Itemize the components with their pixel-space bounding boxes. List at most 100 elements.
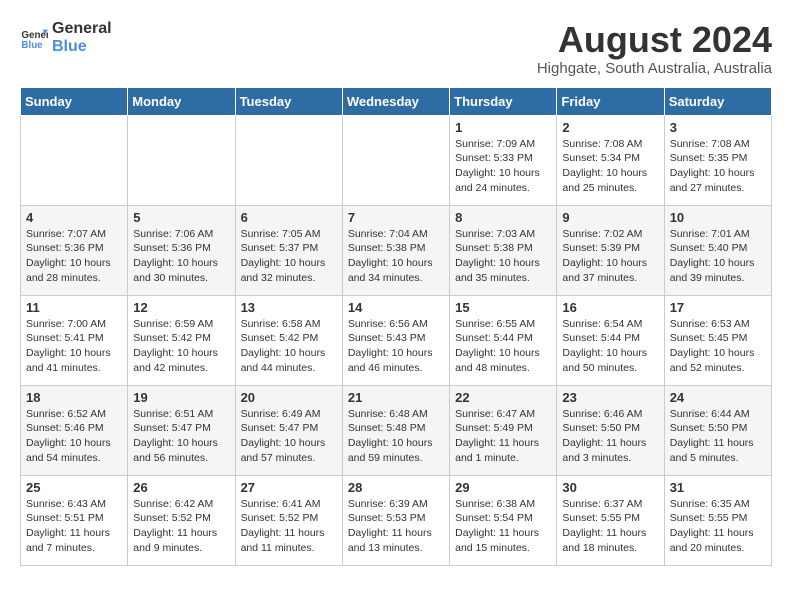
day-number: 18 — [26, 390, 122, 405]
calendar-cell: 27 Sunrise: 6:41 AM Sunset: 5:52 PM Dayli… — [235, 475, 342, 565]
day-info: Sunrise: 6:41 AM Sunset: 5:52 PM Dayligh… — [241, 497, 337, 556]
day-number: 21 — [348, 390, 444, 405]
day-number: 22 — [455, 390, 551, 405]
calendar-week-4: 18Sunrise: 6:52 AM Sunset: 5:46 PM Dayli… — [21, 385, 772, 475]
svg-text:Blue: Blue — [21, 40, 43, 51]
day-info: Sunrise: 7:08 AM Sunset: 5:34 PM Dayligh… — [562, 137, 658, 196]
day-number: 8 — [455, 210, 551, 225]
page-header: General Blue General Blue August 2024 Hi… — [20, 20, 772, 77]
day-number: 24 — [670, 390, 766, 405]
calendar-week-2: 4 Sunrise: 7:07 AM Sunset: 5:36 PM Daylig… — [21, 205, 772, 295]
day-number: 19 — [133, 390, 229, 405]
day-info: Sunrise: 7:08 AM Sunset: 5:35 PM Dayligh… — [670, 137, 766, 196]
calendar-cell: 28 Sunrise: 6:39 AM Sunset: 5:53 PM Dayli… — [342, 475, 449, 565]
day-header-friday: Friday — [557, 87, 664, 115]
calendar-cell: 11 Sunrise: 7:00 AM Sunset: 5:41 PM Dayli… — [21, 295, 128, 385]
calendar-cell — [128, 115, 235, 205]
day-info: Sunrise: 6:38 AM Sunset: 5:54 PM Dayligh… — [455, 497, 551, 556]
day-info: Sunrise: 7:05 AM Sunset: 5:37 PM Dayligh… — [241, 227, 337, 286]
calendar-table: SundayMondayTuesdayWednesdayThursdayFrid… — [20, 87, 772, 566]
calendar-cell: 23Sunrise: 6:46 AM Sunset: 5:50 PM Dayli… — [557, 385, 664, 475]
day-info: Sunrise: 6:49 AM Sunset: 5:47 PM Dayligh… — [241, 407, 337, 466]
day-info: Sunrise: 6:48 AM Sunset: 5:48 PM Dayligh… — [348, 407, 444, 466]
calendar-cell: 19 Sunrise: 6:51 AM Sunset: 5:47 PM Dayli… — [128, 385, 235, 475]
logo-text-blue: Blue — [52, 38, 112, 56]
calendar-week-3: 11 Sunrise: 7:00 AM Sunset: 5:41 PM Dayli… — [21, 295, 772, 385]
calendar-cell: 31Sunrise: 6:35 AM Sunset: 5:55 PM Dayli… — [664, 475, 771, 565]
calendar-cell: 21 Sunrise: 6:48 AM Sunset: 5:48 PM Dayli… — [342, 385, 449, 475]
day-number: 30 — [562, 480, 658, 495]
day-number: 9 — [562, 210, 658, 225]
day-number: 14 — [348, 300, 444, 315]
day-info: Sunrise: 6:47 AM Sunset: 5:49 PM Dayligh… — [455, 407, 551, 466]
calendar-cell: 1Sunrise: 7:09 AM Sunset: 5:33 PM Daylig… — [450, 115, 557, 205]
calendar-cell: 2 Sunrise: 7:08 AM Sunset: 5:34 PM Daylig… — [557, 115, 664, 205]
day-info: Sunrise: 7:03 AM Sunset: 5:38 PM Dayligh… — [455, 227, 551, 286]
day-info: Sunrise: 6:37 AM Sunset: 5:55 PM Dayligh… — [562, 497, 658, 556]
day-number: 31 — [670, 480, 766, 495]
day-number: 6 — [241, 210, 337, 225]
day-number: 17 — [670, 300, 766, 315]
day-header-monday: Monday — [128, 87, 235, 115]
calendar-cell: 13 Sunrise: 6:58 AM Sunset: 5:42 PM Dayli… — [235, 295, 342, 385]
day-number: 29 — [455, 480, 551, 495]
day-info: Sunrise: 7:02 AM Sunset: 5:39 PM Dayligh… — [562, 227, 658, 286]
calendar-title: August 2024 Highgate, South Australia, A… — [537, 20, 772, 77]
calendar-cell: 14 Sunrise: 6:56 AM Sunset: 5:43 PM Dayli… — [342, 295, 449, 385]
day-number: 13 — [241, 300, 337, 315]
day-info: Sunrise: 6:51 AM Sunset: 5:47 PM Dayligh… — [133, 407, 229, 466]
day-info: Sunrise: 6:55 AM Sunset: 5:44 PM Dayligh… — [455, 317, 551, 376]
day-info: Sunrise: 6:43 AM Sunset: 5:51 PM Dayligh… — [26, 497, 122, 556]
day-number: 5 — [133, 210, 229, 225]
day-number: 26 — [133, 480, 229, 495]
day-number: 4 — [26, 210, 122, 225]
calendar-cell: 26 Sunrise: 6:42 AM Sunset: 5:52 PM Dayli… — [128, 475, 235, 565]
day-info: Sunrise: 6:56 AM Sunset: 5:43 PM Dayligh… — [348, 317, 444, 376]
calendar-cell: 6 Sunrise: 7:05 AM Sunset: 5:37 PM Daylig… — [235, 205, 342, 295]
calendar-cell: 24 Sunrise: 6:44 AM Sunset: 5:50 PM Dayli… — [664, 385, 771, 475]
calendar-cell — [21, 115, 128, 205]
calendar-cell — [342, 115, 449, 205]
day-info: Sunrise: 6:44 AM Sunset: 5:50 PM Dayligh… — [670, 407, 766, 466]
calendar-cell: 17Sunrise: 6:53 AM Sunset: 5:45 PM Dayli… — [664, 295, 771, 385]
day-number: 28 — [348, 480, 444, 495]
day-info: Sunrise: 7:09 AM Sunset: 5:33 PM Dayligh… — [455, 137, 551, 196]
calendar-cell: 20 Sunrise: 6:49 AM Sunset: 5:47 PM Dayli… — [235, 385, 342, 475]
day-info: Sunrise: 7:04 AM Sunset: 5:38 PM Dayligh… — [348, 227, 444, 286]
day-number: 11 — [26, 300, 122, 315]
day-info: Sunrise: 6:42 AM Sunset: 5:52 PM Dayligh… — [133, 497, 229, 556]
day-info: Sunrise: 7:01 AM Sunset: 5:40 PM Dayligh… — [670, 227, 766, 286]
calendar-cell: 10 Sunrise: 7:01 AM Sunset: 5:40 PM Dayli… — [664, 205, 771, 295]
day-number: 27 — [241, 480, 337, 495]
calendar-cell: 3 Sunrise: 7:08 AM Sunset: 5:35 PM Daylig… — [664, 115, 771, 205]
day-number: 2 — [562, 120, 658, 135]
calendar-cell: 16 Sunrise: 6:54 AM Sunset: 5:44 PM Dayli… — [557, 295, 664, 385]
calendar-cell: 18Sunrise: 6:52 AM Sunset: 5:46 PM Dayli… — [21, 385, 128, 475]
calendar-cell: 9 Sunrise: 7:02 AM Sunset: 5:39 PM Daylig… — [557, 205, 664, 295]
day-number: 10 — [670, 210, 766, 225]
calendar-cell: 15 Sunrise: 6:55 AM Sunset: 5:44 PM Dayli… — [450, 295, 557, 385]
day-info: Sunrise: 6:59 AM Sunset: 5:42 PM Dayligh… — [133, 317, 229, 376]
month-year: August 2024 — [537, 20, 772, 60]
calendar-week-5: 25Sunrise: 6:43 AM Sunset: 5:51 PM Dayli… — [21, 475, 772, 565]
day-number: 15 — [455, 300, 551, 315]
day-header-sunday: Sunday — [21, 87, 128, 115]
day-info: Sunrise: 7:06 AM Sunset: 5:36 PM Dayligh… — [133, 227, 229, 286]
calendar-cell: 25Sunrise: 6:43 AM Sunset: 5:51 PM Dayli… — [21, 475, 128, 565]
calendar-cell: 7 Sunrise: 7:04 AM Sunset: 5:38 PM Daylig… — [342, 205, 449, 295]
day-header-wednesday: Wednesday — [342, 87, 449, 115]
day-number: 7 — [348, 210, 444, 225]
day-info: Sunrise: 6:39 AM Sunset: 5:53 PM Dayligh… — [348, 497, 444, 556]
logo-icon: General Blue — [20, 24, 48, 52]
day-info: Sunrise: 6:54 AM Sunset: 5:44 PM Dayligh… — [562, 317, 658, 376]
day-number: 16 — [562, 300, 658, 315]
day-info: Sunrise: 7:00 AM Sunset: 5:41 PM Dayligh… — [26, 317, 122, 376]
day-number: 20 — [241, 390, 337, 405]
day-info: Sunrise: 6:58 AM Sunset: 5:42 PM Dayligh… — [241, 317, 337, 376]
calendar-cell — [235, 115, 342, 205]
calendar-cell: 29 Sunrise: 6:38 AM Sunset: 5:54 PM Dayli… — [450, 475, 557, 565]
day-info: Sunrise: 7:07 AM Sunset: 5:36 PM Dayligh… — [26, 227, 122, 286]
day-number: 3 — [670, 120, 766, 135]
calendar-cell: 22 Sunrise: 6:47 AM Sunset: 5:49 PM Dayli… — [450, 385, 557, 475]
calendar-cell: 5 Sunrise: 7:06 AM Sunset: 5:36 PM Daylig… — [128, 205, 235, 295]
